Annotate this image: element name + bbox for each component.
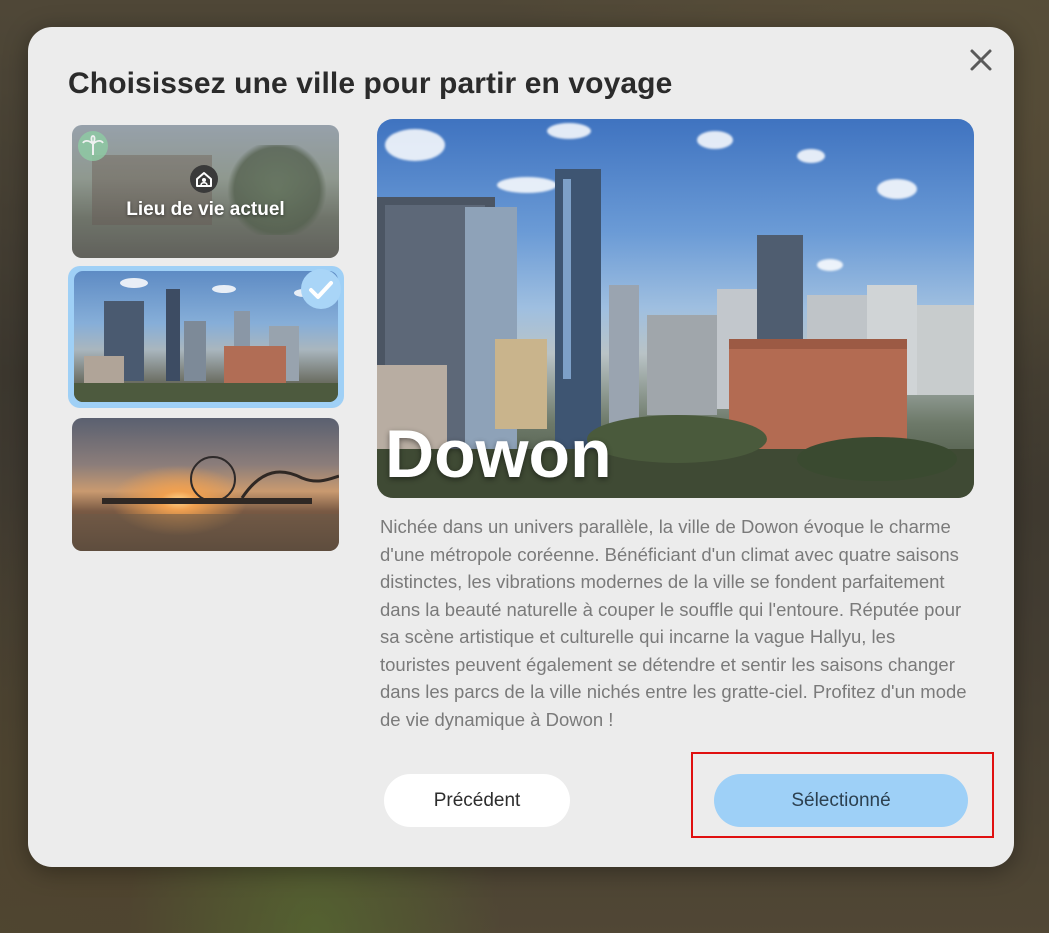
- city-card-current-home[interactable]: Lieu de vie actuel: [72, 125, 339, 258]
- city-thumbnail: [74, 271, 338, 402]
- city-thumbnail: [72, 418, 339, 551]
- palm-tree-icon: [78, 131, 108, 161]
- previous-button[interactable]: Précédent: [384, 774, 570, 827]
- city-name: Dowon: [385, 416, 612, 492]
- city-card-label: Lieu de vie actuel: [126, 199, 285, 220]
- close-icon: [970, 49, 992, 71]
- city-select-dialog: Choisissez une ville pour partir en voya…: [28, 27, 1014, 867]
- city-hero-image: Dowon: [377, 119, 974, 498]
- highlight-box: [691, 752, 994, 838]
- city-card-beach[interactable]: [72, 418, 339, 551]
- dialog-title: Choisissez une ville pour partir en voya…: [68, 67, 673, 100]
- check-icon: [301, 269, 341, 309]
- city-card-dowon-selected[interactable]: [68, 266, 344, 408]
- close-button[interactable]: [964, 43, 998, 77]
- home-icon: [190, 165, 218, 193]
- city-description: Nichée dans un univers parallèle, la vil…: [380, 516, 967, 730]
